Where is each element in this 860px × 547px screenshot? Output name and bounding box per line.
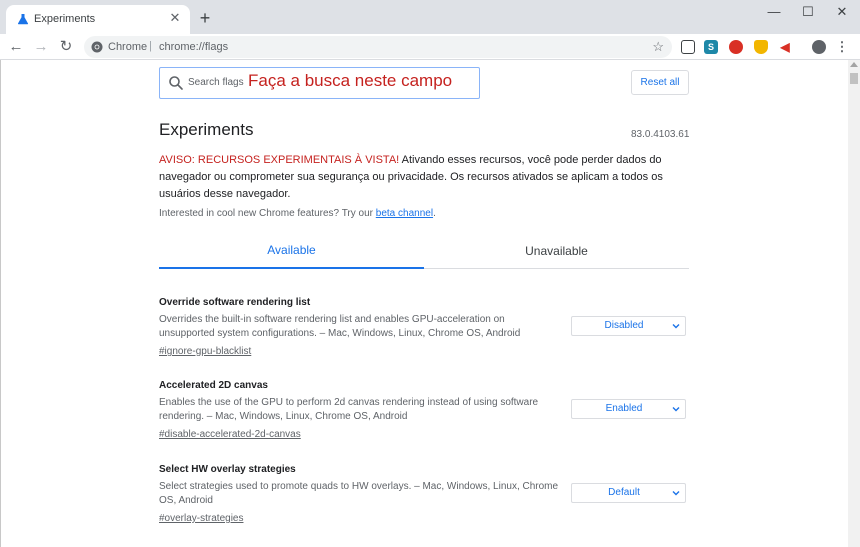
extension-shield-icon[interactable] bbox=[754, 40, 768, 54]
browser-tab-experiments[interactable]: Experiments ✕ bbox=[6, 5, 190, 34]
beta-promo-period: . bbox=[433, 208, 436, 219]
warning-text: AVISO: RECURSOS EXPERIMENTAIS À VISTA! A… bbox=[159, 152, 689, 203]
page-title: Experiments bbox=[159, 120, 254, 139]
flag-permalink[interactable]: #ignore-gpu-blacklist bbox=[159, 346, 251, 357]
reload-icon[interactable]: ↻ bbox=[57, 38, 75, 56]
minimize-icon[interactable]: — bbox=[763, 4, 785, 20]
bookmark-star-icon[interactable]: ☆ bbox=[652, 39, 664, 55]
close-tab-icon[interactable]: ✕ bbox=[168, 11, 182, 25]
menu-icon[interactable]: ⋮ bbox=[835, 40, 849, 54]
extension-record-icon[interactable] bbox=[729, 40, 743, 54]
maximize-icon[interactable]: ☐ bbox=[797, 4, 819, 20]
flag-item: Override software rendering list Overrid… bbox=[159, 297, 689, 359]
extension-megaphone-icon[interactable]: ◀ bbox=[778, 40, 792, 54]
omnibox-separator: | bbox=[149, 40, 152, 52]
version-label: 83.0.4103.61 bbox=[631, 129, 690, 140]
flag-description: Enables the use of the GPU to perform 2d… bbox=[159, 397, 539, 422]
flag-title: Override software rendering list bbox=[159, 297, 311, 308]
beta-channel-link[interactable]: beta channel bbox=[376, 208, 433, 219]
flag-state-select[interactable]: Default bbox=[571, 483, 686, 503]
flag-select-value: Disabled bbox=[604, 320, 644, 331]
flask-icon bbox=[17, 14, 29, 25]
chevron-down-icon bbox=[672, 491, 680, 496]
flag-state-select[interactable]: Disabled bbox=[571, 316, 686, 336]
browser-toolbar: ← → ↻ Chrome | chrome://flags ☆ S ◀ ⋮ bbox=[0, 34, 860, 60]
tab-title: Experiments bbox=[34, 13, 96, 25]
chevron-down-icon bbox=[672, 407, 680, 412]
address-bar[interactable]: Chrome | chrome://flags ☆ bbox=[84, 36, 672, 58]
search-icon bbox=[169, 76, 183, 90]
flag-permalink[interactable]: #disable-accelerated-2d-canvas bbox=[159, 429, 301, 440]
omnibox-url[interactable]: chrome://flags bbox=[159, 41, 228, 53]
flag-title: Accelerated 2D canvas bbox=[159, 380, 268, 391]
beta-promo: Interested in cool new Chrome features? … bbox=[159, 208, 436, 219]
forward-icon[interactable]: → bbox=[32, 38, 50, 56]
window-close-icon[interactable]: ✕ bbox=[831, 4, 853, 20]
flag-select-value: Enabled bbox=[605, 403, 643, 414]
new-tab-icon[interactable]: + bbox=[196, 9, 214, 27]
tab-available[interactable]: Available bbox=[159, 236, 424, 268]
scroll-up-arrow-icon[interactable] bbox=[850, 62, 858, 67]
omnibox-site-label: Chrome bbox=[108, 41, 148, 53]
flag-title: Select HW overlay strategies bbox=[159, 464, 296, 475]
flag-select-value: Default bbox=[608, 487, 640, 498]
chrome-icon bbox=[91, 41, 103, 53]
tab-strip: Experiments ✕ + — ☐ ✕ bbox=[0, 0, 860, 34]
flag-item: Accelerated 2D canvas Enables the use of… bbox=[159, 380, 689, 442]
active-tab-indicator bbox=[159, 267, 424, 269]
flag-description: Select strategies used to promote quads … bbox=[159, 481, 559, 506]
flag-description: Overrides the built-in software renderin… bbox=[159, 314, 521, 339]
flag-state-select[interactable]: Enabled bbox=[571, 399, 686, 419]
search-placeholder: Search flags bbox=[188, 77, 244, 88]
tab-unavailable[interactable]: Unavailable bbox=[424, 236, 689, 268]
warning-lead: AVISO: RECURSOS EXPERIMENTAIS À VISTA! bbox=[159, 154, 400, 166]
scroll-thumb[interactable] bbox=[850, 73, 858, 84]
search-annotation: Faça a busca neste campo bbox=[248, 71, 453, 90]
cast-icon[interactable] bbox=[681, 40, 695, 54]
page-scrollbar[interactable] bbox=[848, 60, 860, 547]
chevron-down-icon bbox=[672, 324, 680, 329]
extension-s-icon[interactable]: S bbox=[704, 40, 718, 54]
flag-permalink[interactable]: #overlay-strategies bbox=[159, 513, 243, 524]
reset-all-button[interactable]: Reset all bbox=[631, 70, 689, 95]
profile-avatar-icon[interactable] bbox=[812, 40, 826, 54]
back-icon[interactable]: ← bbox=[7, 38, 25, 56]
flag-item: Select HW overlay strategies Select stra… bbox=[159, 464, 689, 526]
beta-promo-text: Interested in cool new Chrome features? … bbox=[159, 208, 376, 219]
